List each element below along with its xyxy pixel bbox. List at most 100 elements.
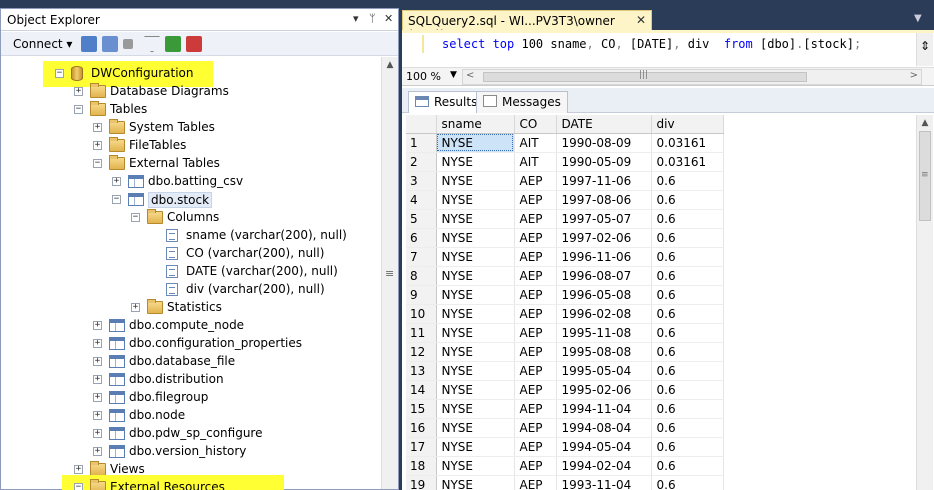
expand-icon[interactable]: + — [93, 411, 102, 420]
object-explorer-scrollbar[interactable]: ▲ ≡ — [381, 57, 398, 489]
stop-icon[interactable] — [123, 39, 133, 49]
table-cell[interactable]: 0.03161 — [651, 133, 724, 153]
table-cell[interactable]: AEP — [514, 399, 557, 419]
table-cell[interactable]: 0.6 — [651, 266, 724, 286]
table-cell[interactable]: 1995-02-06 — [556, 380, 652, 400]
table-cell[interactable]: 1995-05-04 — [556, 361, 652, 381]
table-row[interactable]: 10 NYSE AEP 1996-02-08 0.6 — [406, 304, 724, 324]
table-cell[interactable]: AEP — [514, 304, 557, 324]
tree-node[interactable]: + dbo.pdw_sp_configure — [1, 425, 381, 443]
table-cell[interactable]: 0.03161 — [651, 152, 724, 172]
table-cell[interactable]: AEP — [514, 228, 557, 248]
connect-server-icon[interactable] — [81, 36, 97, 52]
table-row[interactable]: 4 NYSE AEP 1997-08-06 0.6 — [406, 190, 724, 210]
table-cell[interactable]: 1994-08-04 — [556, 418, 652, 438]
scroll-up-icon[interactable]: ▲ — [382, 57, 398, 73]
tree-node[interactable]: sname (varchar(200), null) — [1, 227, 381, 245]
editor-horizontal-scrollbar[interactable]: < ||| > — [462, 69, 922, 85]
table-cell[interactable]: 0.6 — [651, 380, 724, 400]
table-cell[interactable]: 1993-11-04 — [556, 475, 652, 490]
table-cell[interactable]: NYSE — [436, 399, 515, 419]
tree-node[interactable]: + FileTables — [1, 137, 381, 155]
row-number-cell[interactable]: 17 — [406, 437, 437, 457]
scroll-left-icon[interactable]: < — [466, 70, 474, 81]
close-icon[interactable]: ✕ — [384, 12, 393, 25]
collapse-icon[interactable]: − — [131, 213, 140, 222]
row-number-cell[interactable]: 11 — [406, 323, 437, 343]
table-cell[interactable]: AEP — [514, 209, 557, 229]
tree-node[interactable]: + dbo.version_history — [1, 443, 381, 461]
table-row[interactable]: 16 NYSE AEP 1994-08-04 0.6 — [406, 418, 724, 438]
table-cell[interactable]: NYSE — [436, 323, 515, 343]
table-row[interactable]: 14 NYSE AEP 1995-02-06 0.6 — [406, 380, 724, 400]
row-number-cell[interactable]: 1 — [406, 133, 437, 153]
table-cell[interactable]: AEP — [514, 190, 557, 210]
table-cell[interactable]: 0.6 — [651, 247, 724, 267]
table-row[interactable]: 2 NYSE AIT 1990-05-09 0.03161 — [406, 152, 724, 172]
tree-node[interactable]: + dbo.node — [1, 407, 381, 425]
zoom-dropdown-icon[interactable]: ▼ — [450, 70, 457, 80]
table-cell[interactable]: 0.6 — [651, 361, 724, 381]
expand-icon[interactable]: + — [93, 321, 102, 330]
tree-node[interactable]: − External Resources — [1, 479, 381, 490]
expand-icon[interactable]: + — [112, 177, 121, 186]
table-cell[interactable]: NYSE — [436, 247, 515, 267]
table-row[interactable]: 6 NYSE AEP 1997-02-06 0.6 — [406, 228, 724, 248]
table-cell[interactable]: 1995-08-08 — [556, 342, 652, 362]
tree-node[interactable]: + Statistics — [1, 299, 381, 317]
activity-monitor-icon[interactable] — [186, 36, 202, 52]
row-number-cell[interactable]: 10 — [406, 304, 437, 324]
collapse-icon[interactable]: − — [74, 105, 83, 114]
column-header[interactable]: DATE — [556, 115, 652, 134]
table-cell[interactable]: 0.6 — [651, 418, 724, 438]
expand-icon[interactable]: + — [131, 303, 140, 312]
tree-node[interactable]: + System Tables — [1, 119, 381, 137]
table-cell[interactable]: 0.6 — [651, 209, 724, 229]
row-number-cell[interactable]: 9 — [406, 285, 437, 305]
table-cell[interactable]: 1996-05-08 — [556, 285, 652, 305]
sql-statement[interactable]: select top 100 sname, CO, [DATE], div fr… — [442, 37, 861, 51]
table-cell[interactable]: AEP — [514, 418, 557, 438]
table-cell[interactable]: 0.6 — [651, 228, 724, 248]
window-position-icon[interactable]: ▾ — [353, 12, 359, 25]
scroll-grip-icon[interactable]: ≡ — [385, 267, 394, 280]
table-row[interactable]: 1 NYSE AIT 1990-08-09 0.03161 — [406, 133, 724, 153]
vertical-scroll-thumb[interactable]: ≡ — [919, 131, 931, 221]
table-cell[interactable]: NYSE — [436, 266, 515, 286]
table-cell[interactable]: NYSE — [436, 133, 515, 153]
table-row[interactable]: 15 NYSE AEP 1994-11-04 0.6 — [406, 399, 724, 419]
expand-icon[interactable]: + — [93, 429, 102, 438]
expand-icon[interactable]: + — [93, 357, 102, 366]
table-cell[interactable]: NYSE — [436, 285, 515, 305]
sql-code-area[interactable]: select top 100 sname, CO, [DATE], div fr… — [402, 33, 916, 66]
table-cell[interactable]: AEP — [514, 456, 557, 476]
zoom-level[interactable]: 100 % — [406, 70, 441, 83]
table-cell[interactable]: AIT — [514, 152, 557, 172]
table-cell[interactable]: NYSE — [436, 456, 515, 476]
expand-icon[interactable]: + — [74, 465, 83, 474]
table-row[interactable]: 9 NYSE AEP 1996-05-08 0.6 — [406, 285, 724, 305]
column-header[interactable]: div — [651, 115, 724, 134]
table-cell[interactable]: NYSE — [436, 209, 515, 229]
row-number-cell[interactable]: 7 — [406, 247, 437, 267]
table-cell[interactable]: 1995-11-08 — [556, 323, 652, 343]
table-cell[interactable]: AEP — [514, 247, 557, 267]
row-number-cell[interactable]: 19 — [406, 475, 437, 490]
table-cell[interactable]: 1994-02-04 — [556, 456, 652, 476]
collapse-icon[interactable]: − — [74, 483, 83, 490]
table-row[interactable]: 8 NYSE AEP 1996-08-07 0.6 — [406, 266, 724, 286]
row-number-cell[interactable]: 16 — [406, 418, 437, 438]
table-cell[interactable]: 1996-08-07 — [556, 266, 652, 286]
table-cell[interactable]: 1996-11-06 — [556, 247, 652, 267]
expand-icon[interactable]: + — [93, 123, 102, 132]
row-number-cell[interactable]: 13 — [406, 361, 437, 381]
row-number-header[interactable] — [406, 115, 437, 134]
tree-node[interactable]: + dbo.distribution — [1, 371, 381, 389]
collapse-icon[interactable]: − — [93, 159, 102, 168]
table-cell[interactable]: 0.6 — [651, 437, 724, 457]
tree-node[interactable]: − Tables — [1, 101, 381, 119]
table-cell[interactable]: AEP — [514, 475, 557, 490]
editor-split-scrollbar[interactable]: ⇕ — [916, 33, 933, 66]
table-cell[interactable]: AEP — [514, 380, 557, 400]
expand-icon[interactable]: + — [93, 141, 102, 150]
